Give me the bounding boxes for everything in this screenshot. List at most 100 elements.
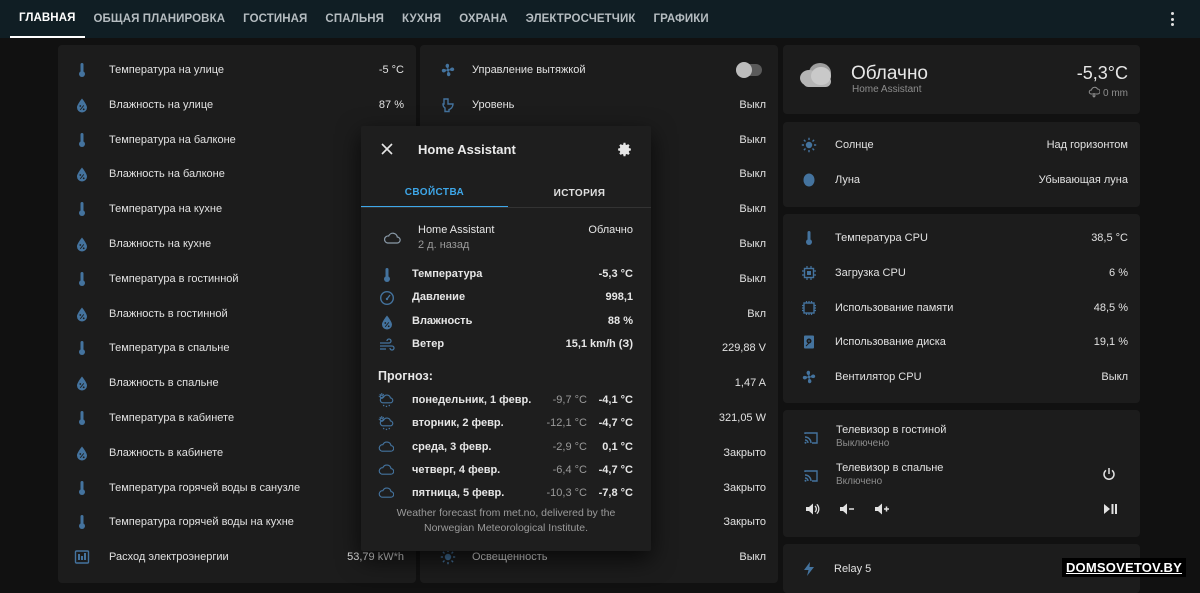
entity-value: 53,79 kW*h [347,551,404,564]
entity-value: Закрыто [723,481,766,494]
thermometer-icon [74,132,90,148]
weather-card[interactable]: Облачно Home Assistant -5,3°C 0 mm [783,45,1140,114]
power-icon[interactable] [1101,466,1117,482]
entity-value: 38,5 °C [1091,232,1128,244]
weather-temperature: -5,3°C [1076,63,1128,83]
play-pause-icon[interactable] [1102,501,1118,517]
attribute-value: 15,1 km/h (З) [565,337,633,350]
entity-value: Над горизонтом [1046,139,1128,151]
entity-label: Влажность в гостинной [109,307,228,320]
entity-row[interactable]: Луна Убывающая луна [783,163,1140,197]
volume-plus-icon[interactable] [874,501,890,517]
entity-row[interactable]: Использование памяти 48,5 % [783,291,1140,325]
volume-high-icon[interactable] [804,501,820,517]
cast-icon [803,430,819,446]
tab-2[interactable]: ГОСТИНАЯ [234,0,316,38]
partly-snowy-icon [378,392,395,409]
attribute-row: Влажность 88 % [361,311,651,333]
media-player-bedroom[interactable]: Телевизор в спальне Включено [783,458,1140,492]
toilet-icon [440,97,456,113]
entity-label: Управление вытяжкой [472,64,586,76]
entity-label: Солнце [835,139,874,151]
entity-row[interactable]: Вентилятор CPU Выкл [783,360,1140,394]
entity-row[interactable]: Температура на улице -5 °C [58,53,416,87]
entity-row[interactable]: Влажность на улице 87 % [58,88,416,122]
volume-minus-icon[interactable] [839,501,855,517]
tab-3[interactable]: СПАЛЬНЯ [316,0,393,38]
attribute-value: 998,1 [605,291,633,304]
cloudy-icon [797,59,837,93]
close-icon[interactable] [379,141,395,157]
entity-label: Температура горячей воды в санузле [109,481,301,494]
forecast-row: вторник, 2 февр. -12,1 °C -4,7 °C [361,413,651,435]
entity-row[interactable]: Управление вытяжкой [420,53,778,87]
water-percent-icon [74,375,90,391]
entity-label: Температура в спальне [109,342,230,355]
media-state: Включено [836,476,883,487]
entity-label: Луна [835,174,861,186]
entity-value: Вкл [747,307,766,320]
harddisk-icon [801,334,817,350]
tab-6[interactable]: ЭЛЕКТРОСЧЕТЧИК [517,0,645,38]
umbrella-cloud-icon [1088,86,1101,101]
toggle-switch[interactable] [736,62,762,78]
weather-entity-name: Home Assistant [852,84,922,95]
entity-row[interactable]: Загрузка CPU 6 % [783,256,1140,290]
entity-value: Выкл [739,133,766,146]
gear-icon[interactable] [616,141,633,158]
cast-icon [803,468,819,484]
tab-1[interactable]: ОБЩАЯ ПЛАНИРОВКА [85,0,235,38]
attribute-value: 88 % [607,314,633,327]
partly-snowy-icon [378,415,395,432]
system-card: Температура CPU 38,5 °C Загрузка CPU 6 % Исп… [783,214,1140,403]
thermometer-icon [74,271,90,287]
overflow-menu-icon[interactable] [1164,10,1180,28]
wind-icon [379,337,395,353]
entity-label: Температура в кабинете [109,412,235,424]
entity-value: 6 % [1109,266,1128,279]
relay-label: Relay 5 [834,563,872,575]
forecast-low: -2,9 °C [552,440,587,453]
entity-label: Влажность на кухне [109,238,212,250]
cloudy-icon [383,230,401,246]
entity-row[interactable]: Солнце Над горизонтом [783,128,1140,162]
forecast-day: понедельник, 1 февр. [412,394,532,406]
tab-properties[interactable]: СВОЙСТВА [361,178,508,208]
entity-value: 229,88 V [721,342,766,355]
entity-value: -5 °C [378,64,404,76]
entity-value: Выкл [739,203,766,216]
entity-value: Выкл [739,238,766,250]
thermometer-icon [74,201,90,217]
entity-row[interactable]: Использование диска 19,1 % [783,325,1140,359]
thermometer-icon [74,514,90,530]
entity-state: Облачно [588,224,633,236]
entity-label: Температура горячей воды на кухне [109,516,294,529]
media-player-living-room[interactable]: Телевизор в гостиной Выключено [783,420,1140,454]
forecast-title: Прогноз: [378,369,433,383]
entity-row[interactable]: Температура CPU 38,5 °C [783,221,1140,255]
tab-5[interactable]: ОХРАНА [450,0,516,38]
tab-history[interactable]: ИСТОРИЯ [508,178,651,208]
fan-icon [440,62,456,78]
forecast-day: вторник, 2 февр. [412,417,504,430]
thermometer-icon [379,267,395,283]
forecast-low: -10,3 °C [546,487,587,500]
entity-value: Выкл [739,272,766,285]
attribute-row: Давление 998,1 [361,287,651,309]
entity-label: Влажность на балконе [109,168,225,181]
forecast-day: среда, 3 февр. [412,440,492,453]
cpu-icon [801,265,817,281]
dialog-title: Home Assistant [418,142,516,157]
attribute-row: Температура -5,3 °C [361,264,651,286]
tab-0[interactable]: ГЛАВНАЯ [10,0,85,38]
forecast-high: -4,7 °C [598,417,633,430]
tab-7[interactable]: ГРАФИКИ [644,0,717,38]
tab-4[interactable]: КУХНЯ [393,0,450,38]
entity-row[interactable]: Уровень Выкл [420,88,778,122]
sun-icon [801,137,817,153]
entity-value: 87 % [378,98,404,111]
entity-value: 19,1 % [1093,336,1128,349]
memory-icon [801,300,817,316]
entity-label: Освещенность [472,551,548,564]
thermometer-icon [74,410,90,426]
